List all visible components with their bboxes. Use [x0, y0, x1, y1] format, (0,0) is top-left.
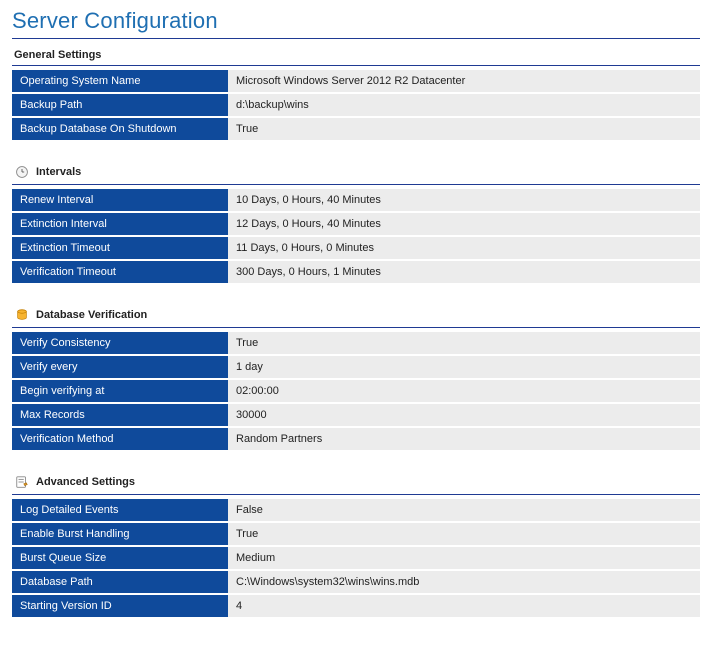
row-value: 4 [228, 595, 700, 617]
row-key: Begin verifying at [12, 380, 228, 402]
database-icon [14, 307, 30, 323]
table-row: Extinction Interval12 Days, 0 Hours, 40 … [12, 213, 700, 235]
table-row: Starting Version ID4 [12, 595, 700, 617]
row-value: 12 Days, 0 Hours, 40 Minutes [228, 213, 700, 235]
table-row: Burst Queue SizeMedium [12, 547, 700, 569]
table-row: Enable Burst HandlingTrue [12, 523, 700, 545]
row-value: 300 Days, 0 Hours, 1 Minutes [228, 261, 700, 283]
row-key: Renew Interval [12, 189, 228, 211]
table-row: Verify every1 day [12, 356, 700, 378]
row-key: Extinction Interval [12, 213, 228, 235]
row-key: Database Path [12, 571, 228, 593]
section-header-intervals: Intervals [12, 160, 700, 185]
row-key: Backup Path [12, 94, 228, 116]
row-value: True [228, 118, 700, 140]
section-title: Intervals [36, 166, 81, 178]
section-title: General Settings [14, 49, 101, 61]
row-value: 02:00:00 [228, 380, 700, 402]
row-value: C:\Windows\system32\wins\wins.mdb [228, 571, 700, 593]
row-value: 11 Days, 0 Hours, 0 Minutes [228, 237, 700, 259]
section-header-general: General Settings [12, 45, 700, 66]
row-key: Extinction Timeout [12, 237, 228, 259]
row-key: Verification Method [12, 428, 228, 450]
table-row: Backup Pathd:\backup\wins [12, 94, 700, 116]
row-key: Log Detailed Events [12, 499, 228, 521]
table-intervals: Renew Interval10 Days, 0 Hours, 40 Minut… [12, 187, 700, 285]
table-row: Verification MethodRandom Partners [12, 428, 700, 450]
table-advanced: Log Detailed EventsFalseEnable Burst Han… [12, 497, 700, 619]
table-row: Renew Interval10 Days, 0 Hours, 40 Minut… [12, 189, 700, 211]
section-general: General Settings Operating System NameMic… [12, 45, 700, 142]
row-value: 10 Days, 0 Hours, 40 Minutes [228, 189, 700, 211]
table-general: Operating System NameMicrosoft Windows S… [12, 68, 700, 142]
row-value: True [228, 523, 700, 545]
table-dbverify: Verify ConsistencyTrueVerify every1 dayB… [12, 330, 700, 452]
row-value: True [228, 332, 700, 354]
row-key: Operating System Name [12, 70, 228, 92]
table-row: Operating System NameMicrosoft Windows S… [12, 70, 700, 92]
settings-icon [14, 474, 30, 490]
row-key: Enable Burst Handling [12, 523, 228, 545]
row-value: 30000 [228, 404, 700, 426]
section-header-dbverify: Database Verification [12, 303, 700, 328]
section-intervals: Intervals Renew Interval10 Days, 0 Hours,… [12, 160, 700, 285]
row-value: Medium [228, 547, 700, 569]
section-title: Advanced Settings [36, 476, 135, 488]
table-row: Max Records30000 [12, 404, 700, 426]
row-key: Max Records [12, 404, 228, 426]
table-row: Extinction Timeout11 Days, 0 Hours, 0 Mi… [12, 237, 700, 259]
section-dbverify: Database Verification Verify ConsistencyT… [12, 303, 700, 452]
table-row: Database PathC:\Windows\system32\wins\wi… [12, 571, 700, 593]
section-title: Database Verification [36, 309, 147, 321]
section-header-advanced: Advanced Settings [12, 470, 700, 495]
row-key: Verify every [12, 356, 228, 378]
row-value: Random Partners [228, 428, 700, 450]
row-value: False [228, 499, 700, 521]
section-advanced: Advanced Settings Log Detailed EventsFals… [12, 470, 700, 619]
clock-icon [14, 164, 30, 180]
table-row: Begin verifying at02:00:00 [12, 380, 700, 402]
page-title: Server Configuration [12, 8, 700, 34]
table-row: Verify ConsistencyTrue [12, 332, 700, 354]
row-value: 1 day [228, 356, 700, 378]
table-row: Log Detailed EventsFalse [12, 499, 700, 521]
row-key: Backup Database On Shutdown [12, 118, 228, 140]
table-row: Backup Database On ShutdownTrue [12, 118, 700, 140]
row-key: Verify Consistency [12, 332, 228, 354]
title-divider [12, 38, 700, 39]
row-value: Microsoft Windows Server 2012 R2 Datacen… [228, 70, 700, 92]
row-key: Verification Timeout [12, 261, 228, 283]
table-row: Verification Timeout300 Days, 0 Hours, 1… [12, 261, 700, 283]
row-key: Starting Version ID [12, 595, 228, 617]
row-key: Burst Queue Size [12, 547, 228, 569]
row-value: d:\backup\wins [228, 94, 700, 116]
